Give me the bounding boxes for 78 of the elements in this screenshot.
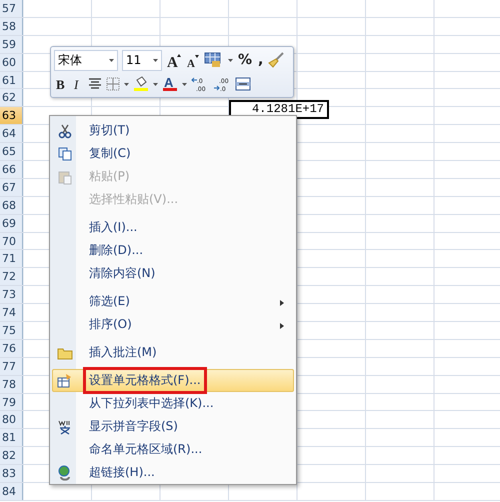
caret-icon[interactable] (182, 82, 187, 86)
menu-item-label: 插入(I)... (88, 219, 138, 236)
brush-icon[interactable] (268, 52, 284, 68)
row-header[interactable]: 80 (0, 411, 23, 428)
row-header[interactable]: 60 (0, 54, 23, 71)
row-header[interactable]: 78 (0, 376, 23, 393)
menu-item[interactable]: 显示拼音字段(S) (52, 415, 294, 438)
font-field[interactable]: 宋体 (54, 50, 118, 70)
paste-icon (58, 171, 72, 184)
menu-item[interactable]: 筛选(E) (52, 290, 294, 313)
center-align-icon[interactable] (88, 77, 102, 91)
row-header[interactable]: 71 (0, 250, 23, 268)
row-header[interactable]: 58 (0, 18, 23, 35)
row-header[interactable]: 69 (0, 214, 23, 232)
globe-icon (58, 465, 70, 480)
row-header[interactable]: 79 (0, 394, 23, 410)
bold-icon[interactable]: B (54, 76, 68, 92)
menu-item[interactable]: 超链接(H)... (52, 461, 294, 484)
cell-format-icon (58, 374, 71, 387)
menu-item[interactable]: 清除内容(N) (52, 262, 294, 285)
row-header[interactable]: 63 (0, 107, 23, 124)
menu-item[interactable]: 复制(C) (52, 142, 294, 165)
menu-item-label: 显示拼音字段(S) (88, 418, 179, 435)
menu-item-label: 排序(O) (88, 316, 133, 333)
row-header[interactable]: 73 (0, 286, 23, 304)
caret-icon[interactable] (153, 82, 158, 86)
menu-item-label: 复制(C) (88, 145, 132, 162)
row-header[interactable]: 77 (0, 358, 23, 375)
menu-item[interactable]: 剪切(T) (52, 119, 294, 142)
row-header[interactable]: 81 (0, 429, 23, 446)
caret-icon[interactable] (124, 82, 129, 86)
row-header[interactable]: 61 (0, 72, 23, 88)
menu-item[interactable]: 从下拉列表中选择(K)... (52, 392, 294, 415)
row-header[interactable]: 67 (0, 178, 23, 196)
row-header[interactable]: 74 (0, 304, 23, 322)
menu-item-label: 命名单元格区域(R)... (88, 441, 204, 458)
row-header[interactable]: 83 (0, 465, 23, 482)
caret-icon[interactable] (228, 58, 233, 62)
caret-icon[interactable] (153, 58, 158, 62)
caret-icon[interactable] (109, 58, 114, 62)
menu-item-label: 筛选(E) (88, 293, 131, 310)
menu-item[interactable]: 插入(I)... (52, 216, 294, 239)
row-header[interactable]: 59 (0, 36, 23, 53)
menu-item[interactable]: 删除(D)... (52, 239, 294, 262)
comma-button[interactable]: , (257, 52, 264, 68)
row-header[interactable]: 70 (0, 232, 23, 250)
menu-item[interactable]: 设置单元格格式(F)... (52, 369, 294, 392)
row-header[interactable]: 57 (0, 0, 23, 17)
fill-color-icon[interactable] (133, 76, 149, 92)
font-size-field[interactable]: 11 (122, 50, 162, 70)
row-header[interactable]: 84 (0, 483, 23, 500)
phonetic-icon (58, 420, 71, 434)
row-header[interactable]: 66 (0, 161, 23, 178)
menu-item-label: 删除(D)... (88, 242, 144, 259)
percent-button[interactable]: % (237, 52, 254, 68)
menu-item-label: 粘贴(P) (88, 168, 131, 185)
menu-item-label: 选择性粘贴(V)... (88, 191, 180, 208)
menu-item-label: 超链接(H)... (88, 464, 156, 481)
copy-icon (58, 147, 72, 160)
menu-item[interactable]: 插入批注(M) (52, 341, 294, 364)
row-header[interactable]: 82 (0, 447, 23, 464)
row-header[interactable]: 62 (0, 89, 23, 106)
menu-item-label: 清除内容(N) (88, 265, 156, 282)
menu-item-label: 从下拉列表中选择(K)... (88, 395, 215, 412)
menu-item-label: 剪切(T) (88, 122, 131, 139)
row-header[interactable]: 64 (0, 125, 23, 142)
row-header[interactable]: 76 (0, 340, 23, 357)
menu-item[interactable]: 排序(O) (52, 313, 294, 336)
menu-item[interactable]: 命名单元格区域(R)... (52, 438, 294, 461)
row-header[interactable]: 68 (0, 196, 23, 214)
row-header[interactable]: 72 (0, 268, 23, 286)
merge-cells-icon[interactable] (235, 76, 251, 92)
scissors-icon (58, 124, 72, 138)
row-header[interactable]: 75 (0, 322, 23, 339)
menu-item-label: 插入批注(M) (88, 344, 158, 361)
italic-icon[interactable]: I (72, 76, 84, 92)
row-header[interactable]: 65 (0, 143, 23, 160)
highlight-annotation: 设置单元格格式(F)... (86, 370, 204, 391)
